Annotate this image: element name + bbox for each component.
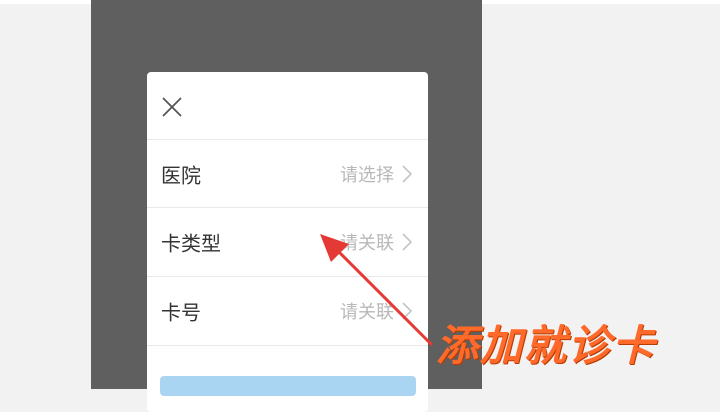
card-number-row[interactable]: 卡号 请关联	[147, 277, 428, 344]
card-number-value: 请关联	[340, 301, 394, 323]
chevron-right-icon	[401, 301, 413, 321]
close-icon	[162, 97, 182, 117]
confirm-button[interactable]	[160, 376, 416, 396]
hospital-label: 医院	[161, 163, 201, 187]
annotation-caption: 添加就诊卡	[436, 321, 657, 370]
card-type-label: 卡类型	[161, 231, 221, 255]
chevron-right-icon	[401, 164, 413, 184]
card-number-label: 卡号	[161, 300, 201, 324]
hospital-value: 请选择	[340, 164, 394, 186]
card-type-value: 请关联	[340, 232, 394, 254]
divider	[147, 345, 428, 346]
hospital-row[interactable]: 医院 请选择	[147, 140, 428, 207]
chevron-right-icon	[401, 232, 413, 252]
card-type-row[interactable]: 卡类型 请关联	[147, 208, 428, 275]
close-button[interactable]	[160, 95, 184, 119]
